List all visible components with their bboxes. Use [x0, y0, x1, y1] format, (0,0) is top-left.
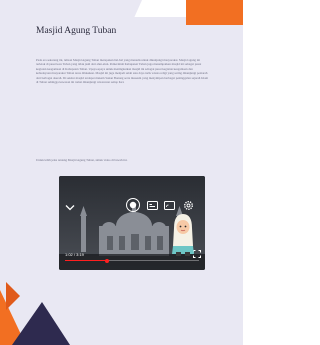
decorative-triangles: [0, 282, 70, 345]
play-toggle-icon[interactable]: [126, 198, 140, 212]
video-scrubber[interactable]: [104, 258, 109, 263]
chevron-down-icon[interactable]: [65, 204, 75, 211]
body-paragraph: Pada era sekarang ini, tulisan Masjid Ag…: [36, 58, 208, 85]
video-time: 1:02 / 3:19: [65, 252, 84, 257]
captions-icon[interactable]: [147, 201, 158, 210]
mascot-illustration: [172, 214, 194, 256]
page-title: Masjid Agung Tuban: [36, 26, 117, 36]
video-progress-fill: [65, 260, 107, 262]
video-progress-bar[interactable]: [65, 260, 199, 262]
video-intro-paragraph: Untuk lebih jelas tentang Masjid Agung T…: [36, 158, 128, 162]
document-page: Masjid Agung Tuban Pada era sekarang ini…: [0, 0, 243, 345]
decorative-orange-block: [186, 0, 243, 25]
